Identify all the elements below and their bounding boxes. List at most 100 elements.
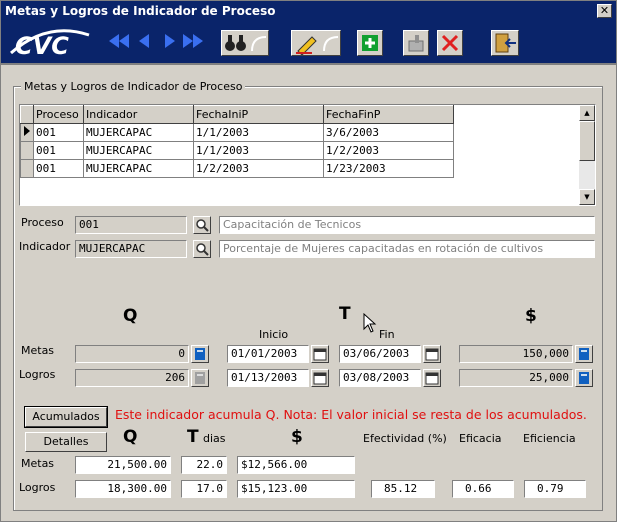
table-row[interactable]: 001 MUJERCAPAC 1/1/2003 3/6/2003 [20,123,454,142]
save-icon [408,35,424,52]
metas-fin-calendar-button[interactable] [423,345,441,363]
table-row[interactable]: 001 MUJERCAPAC 1/1/2003 1/2/2003 [20,141,454,160]
col-fechafinp[interactable]: FechaFinP [323,105,454,124]
indicador-code-field[interactable]: MUJERCAPAC [75,240,187,258]
summary-eficacia: 0.66 [452,480,514,498]
top-metas-label: Metas [21,344,55,357]
metas-inicio-calendar-button[interactable] [311,345,329,363]
cvc-logo: CVC [10,29,90,59]
logros-money-field[interactable]: 25,000 [459,369,573,387]
add-button[interactable] [357,30,383,56]
grid-scrollbar[interactable]: ▲ ▼ [579,105,595,205]
window-title: Metas y Logros de Indicador de Proceso [5,4,276,18]
logros-fin-calendar-button[interactable] [423,369,441,387]
calculator-icon [195,372,205,384]
top-q-header: Q [123,306,138,326]
cell[interactable]: 1/1/2003 [193,141,324,160]
bottom-money-header: $ [291,427,303,447]
proceso-code-field[interactable]: 001 [75,216,187,234]
mouse-cursor-icon [363,313,377,333]
exit-button[interactable] [491,30,519,56]
proceso-lookup-button[interactable] [193,216,211,234]
logros-fin-field[interactable]: 03/08/2003 [339,369,421,387]
edit-button[interactable] [291,30,341,56]
first-record-icon[interactable] [109,34,131,48]
calendar-icon [425,348,439,361]
toolbar: CVC [1,21,616,65]
cell[interactable]: 1/2/2003 [323,141,454,160]
save-button[interactable] [403,30,429,56]
main-window: Metas y Logros de Indicador de Proceso ✕… [0,0,617,522]
calculator-icon [579,348,589,360]
cell[interactable]: MUJERCAPAC [83,123,194,142]
cell[interactable]: MUJERCAPAC [83,141,194,160]
col-proceso[interactable]: Proceso [33,105,84,124]
group-title: Metas y Logros de Indicador de Proceso [21,80,246,93]
cell[interactable]: 1/1/2003 [193,123,324,142]
cell[interactable]: 001 [33,141,84,160]
grid-header-row: Proceso Indicador FechaIniP FechaFinP [20,105,454,124]
metas-inicio-field[interactable]: 01/01/2003 [227,345,309,363]
records-grid[interactable]: Proceso Indicador FechaIniP FechaFinP 00… [19,104,596,206]
bottom-metas-label: Metas [21,457,55,470]
detalles-button[interactable]: Detalles [25,432,107,452]
close-button[interactable]: ✕ [597,4,612,18]
summary-logros-t: 17.0 [181,480,227,498]
logros-money-calc-button[interactable] [575,369,593,387]
bottom-t-header: T [187,427,199,447]
magnifier-icon [196,243,209,256]
top-t-header: T [339,304,351,324]
previous-record-icon[interactable] [139,34,151,48]
pencil-icon [296,36,339,55]
delete-button[interactable] [437,30,463,56]
eficacia-label: Eficacia [459,432,502,445]
row-selector[interactable] [20,141,34,160]
metas-q-calc-button[interactable] [191,345,209,363]
magnifier-icon [196,219,209,232]
col-indicador[interactable]: Indicador [83,105,194,124]
metas-fin-field[interactable]: 03/06/2003 [339,345,421,363]
indicador-lookup-button[interactable] [193,240,211,258]
scroll-up-icon[interactable]: ▲ [579,105,595,121]
scroll-thumb[interactable] [579,121,595,161]
logo-text: CVC [15,32,69,59]
next-record-icon[interactable] [165,34,177,48]
cell[interactable]: 1/2/2003 [193,159,324,178]
acumulados-button[interactable]: Acumulados [24,406,108,428]
logros-inicio-field[interactable]: 01/13/2003 [227,369,309,387]
cell[interactable]: 001 [33,123,84,142]
delete-x-icon [441,34,459,52]
row-selector-current[interactable] [20,123,34,142]
bottom-logros-label: Logros [19,481,56,494]
logros-q-field[interactable]: 206 [75,369,189,387]
proceso-label: Proceso [21,216,64,229]
summary-metas-t: 22.0 [181,456,227,474]
metas-q-field[interactable]: 0 [75,345,189,363]
cell[interactable]: 1/23/2003 [323,159,454,178]
top-logros-label: Logros [19,368,56,381]
logros-q-calc-button[interactable] [191,369,209,387]
fin-label: Fin [379,328,395,341]
table-row[interactable]: 001 MUJERCAPAC 1/2/2003 1/23/2003 [20,159,454,178]
metas-money-calc-button[interactable] [575,345,593,363]
last-record-icon[interactable] [183,34,205,48]
calendar-icon [425,372,439,385]
summary-metas-money: $12,566.00 [237,456,355,474]
dias-label: dias [203,432,226,445]
metas-money-field[interactable]: 150,000 [459,345,573,363]
logros-inicio-calendar-button[interactable] [311,369,329,387]
plus-icon [362,35,378,51]
cell[interactable]: 001 [33,159,84,178]
cell[interactable]: MUJERCAPAC [83,159,194,178]
accumulation-note: Este indicador acumula Q. Nota: El valor… [115,407,587,422]
calculator-icon [195,348,205,360]
calculator-icon [579,372,589,384]
scroll-down-icon[interactable]: ▼ [579,189,595,205]
col-fechainip[interactable]: FechaIniP [193,105,324,124]
calendar-icon [313,348,327,361]
row-selector[interactable] [20,159,34,178]
exit-door-icon [495,33,516,53]
cell[interactable]: 3/6/2003 [323,123,454,142]
efectividad-label: Efectividad (%) [363,432,447,445]
find-button[interactable] [221,30,269,56]
